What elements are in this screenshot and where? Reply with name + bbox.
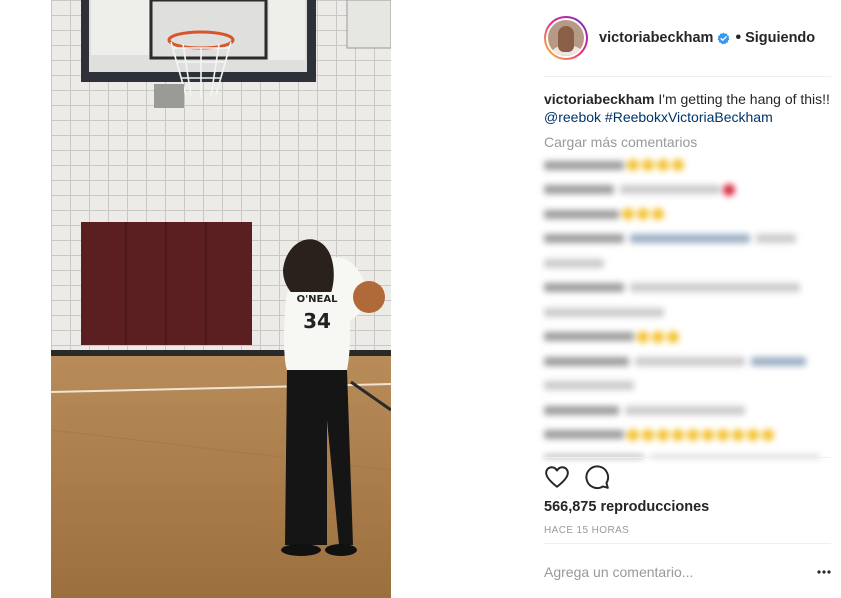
list-item <box>544 155 834 175</box>
list-item <box>544 376 834 396</box>
list-item <box>544 278 834 298</box>
comment-icon[interactable] <box>584 464 610 490</box>
following-button[interactable]: Siguiendo <box>745 30 815 46</box>
comments-divider <box>544 457 831 458</box>
hashtag-reebokxvictoriabeckham[interactable]: #ReebokxVictoriaBeckham <box>605 109 773 125</box>
list-item <box>544 204 834 224</box>
avatar[interactable] <box>544 16 588 60</box>
username-link[interactable]: victoriabeckham <box>599 30 713 46</box>
avatar-image <box>546 18 586 58</box>
verified-badge-icon <box>717 32 730 44</box>
add-comment-input[interactable] <box>544 564 774 580</box>
comments-section: victoriabeckham I'm getting the hang of … <box>544 90 834 151</box>
list-item <box>544 180 834 200</box>
footer-divider <box>544 543 831 544</box>
video-frame: O'NEAL 34 <box>51 0 391 598</box>
comment-list <box>544 155 834 458</box>
list-item <box>544 229 834 249</box>
caption-text: I'm getting the hang of this!! <box>654 91 830 107</box>
jersey-name: O'NEAL <box>297 294 339 305</box>
list-item <box>544 351 834 371</box>
list-item <box>544 425 834 445</box>
list-item <box>544 253 834 273</box>
post-video[interactable]: O'NEAL 34 <box>51 0 391 598</box>
post-header: victoriabeckham • Siguiendo <box>544 14 815 62</box>
heart-icon[interactable] <box>544 464 570 490</box>
mention-reebok[interactable]: @reebok <box>544 109 601 125</box>
jersey-number: 34 <box>303 309 331 333</box>
header-divider <box>544 76 831 77</box>
post-details-panel: victoriabeckham • Siguiendo victoriabeck… <box>530 0 841 598</box>
post-timestamp[interactable]: HACE 15 HORAS <box>544 525 629 536</box>
list-item <box>544 400 834 420</box>
view-count: 566,875 reproducciones <box>544 499 710 515</box>
more-options-icon[interactable] <box>816 566 832 578</box>
caption-username[interactable]: victoriabeckham <box>544 91 655 107</box>
separator-dot: • <box>735 29 742 46</box>
load-more-comments-button[interactable]: Cargar más comentarios <box>544 133 834 151</box>
action-bar <box>544 462 624 492</box>
list-item <box>544 327 834 347</box>
caption: victoriabeckham I'm getting the hang of … <box>544 90 834 126</box>
list-item <box>544 302 834 322</box>
